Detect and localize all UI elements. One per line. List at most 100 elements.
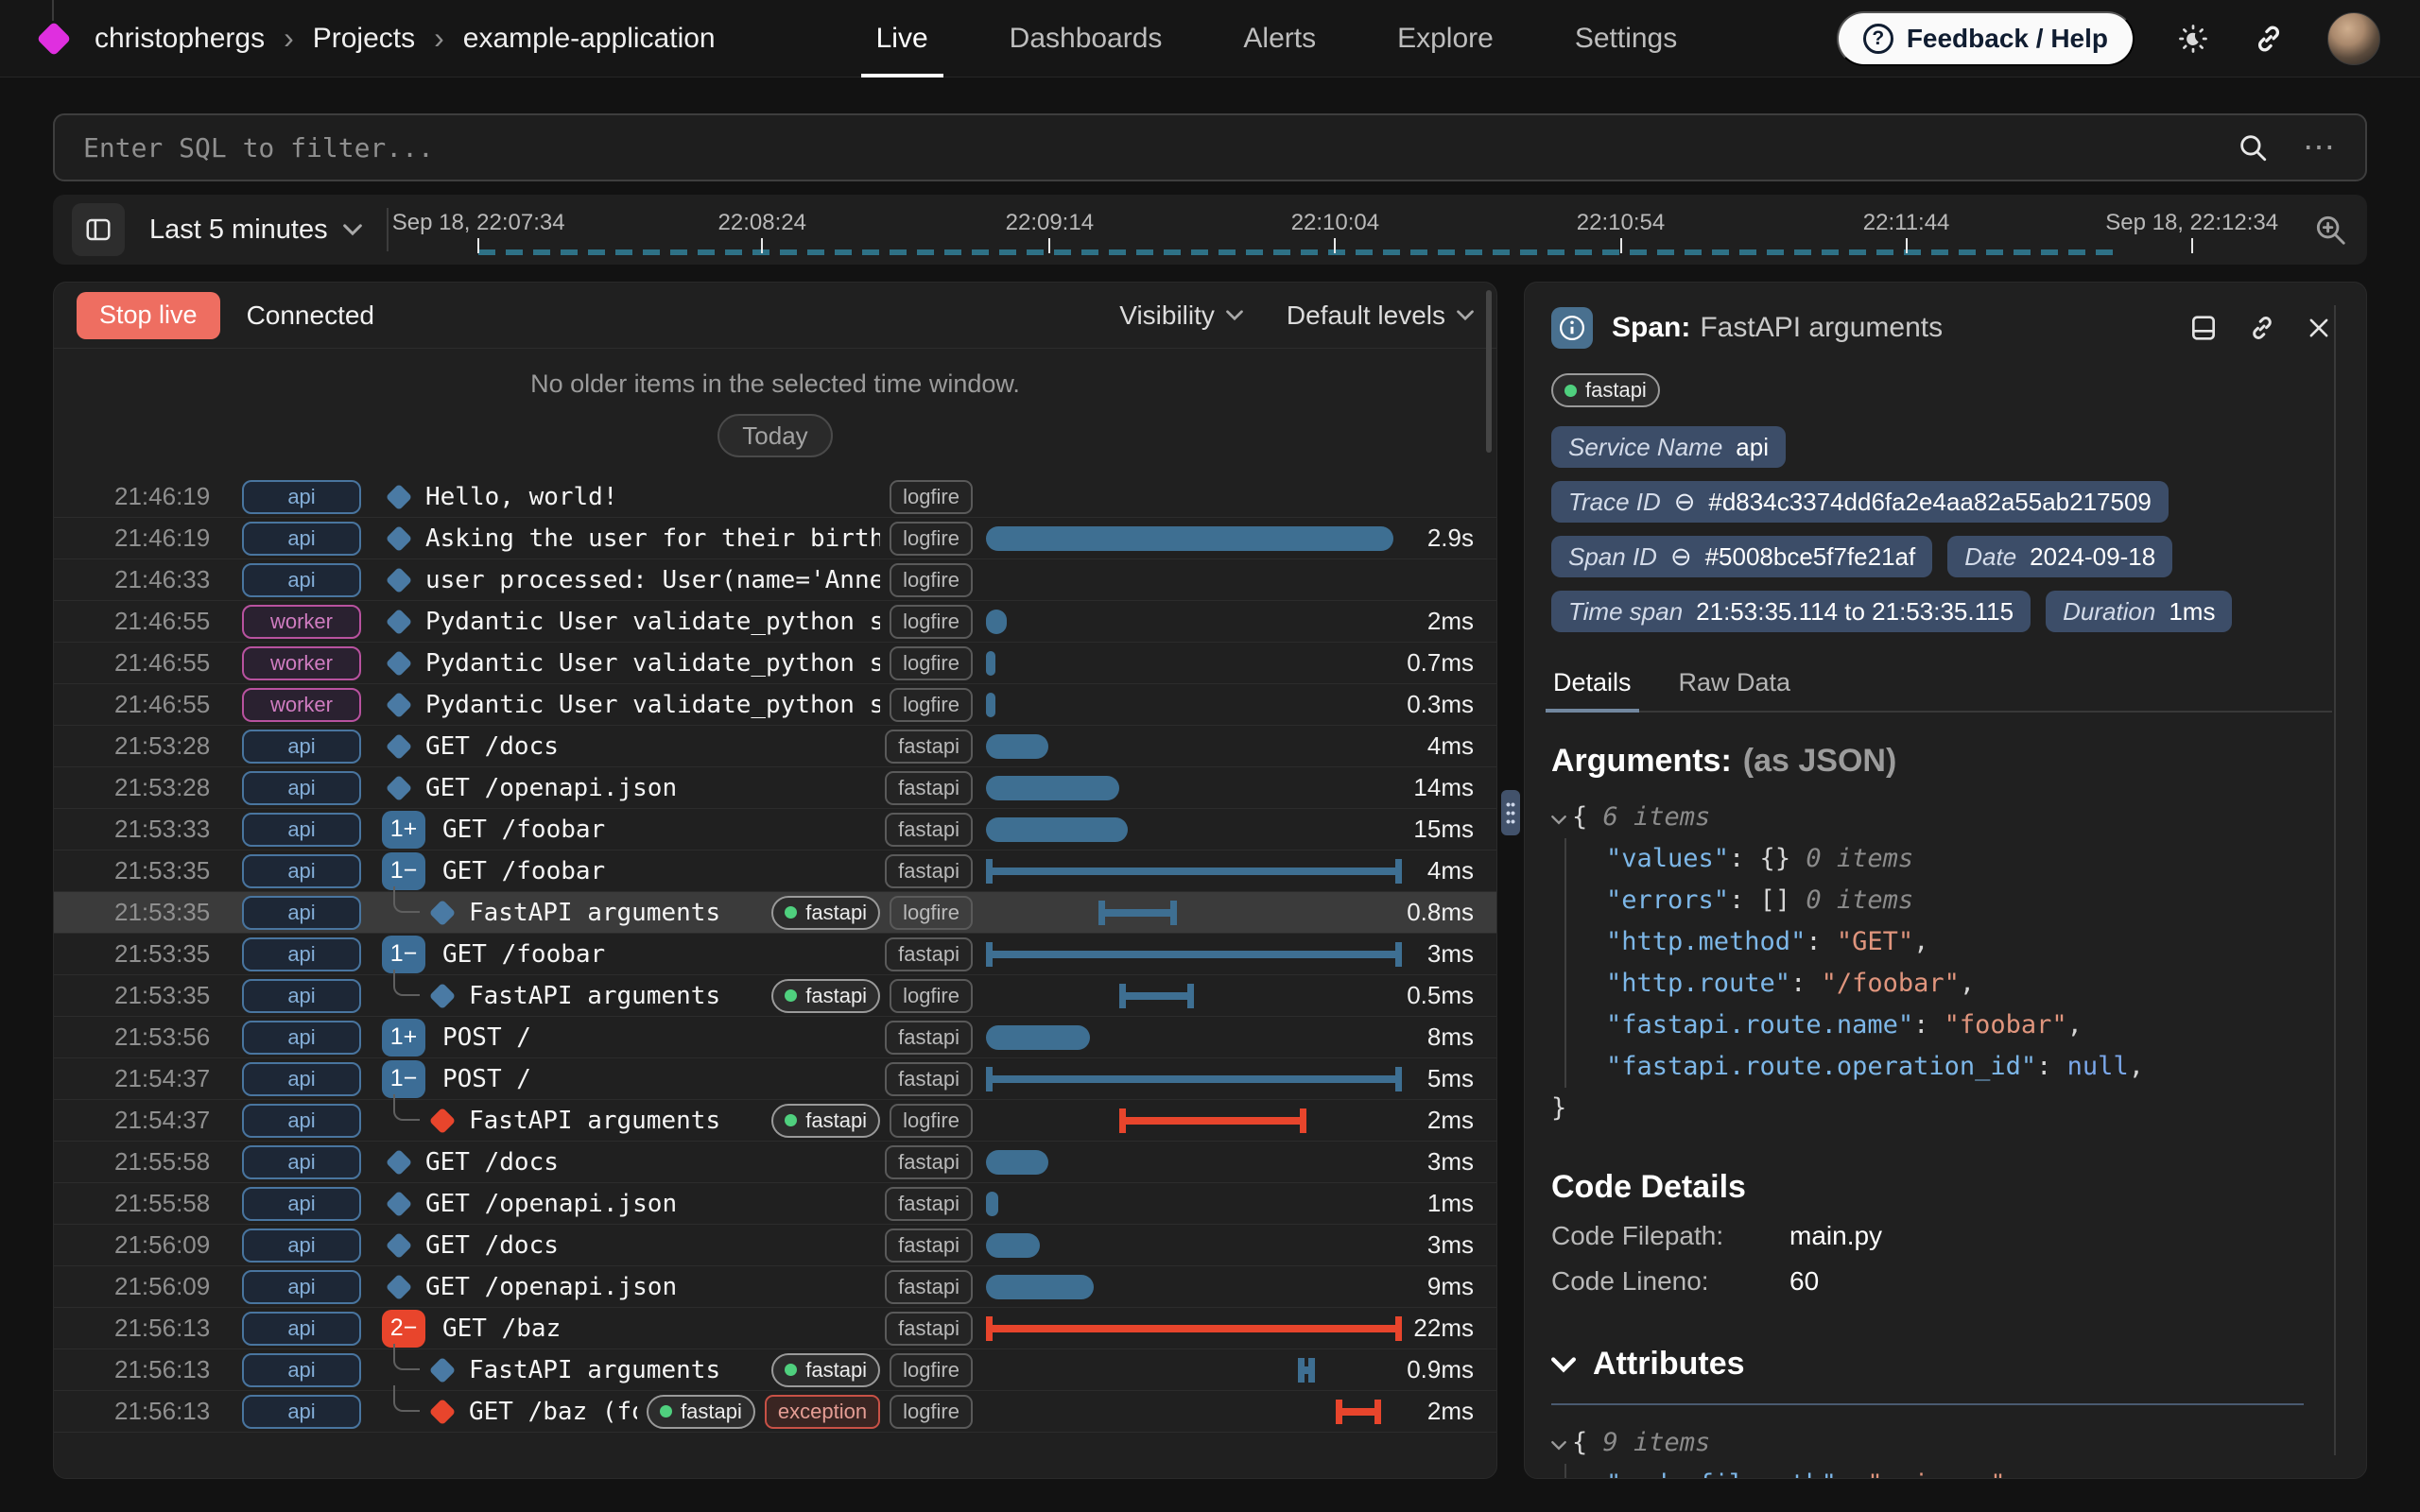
- time-range-select[interactable]: Last 5 minutes: [149, 215, 362, 246]
- timeline[interactable]: Sep 18, 22:07:3422:08:2422:09:1422:10:04…: [413, 195, 2291, 265]
- log-row[interactable]: 21:53:28apiGET /openapi.jsonfastapi14ms: [54, 767, 1496, 809]
- log-row[interactable]: 21:56:09apiGET /openapi.jsonfastapi9ms: [54, 1266, 1496, 1308]
- close-icon[interactable]: [2306, 315, 2332, 341]
- code-lineno-label: Code Lineno:: [1551, 1266, 1789, 1297]
- zoom-in-icon[interactable]: [2312, 212, 2348, 248]
- span-range-bar: [1119, 984, 1194, 1008]
- expand-children-badge[interactable]: 1+: [382, 1019, 425, 1057]
- scrollbar-thumb[interactable]: [1486, 290, 1492, 453]
- row-timestamp: 21:56:09: [114, 1272, 242, 1301]
- timeline-tick-mark: [1906, 238, 1908, 253]
- stop-live-button[interactable]: Stop live: [77, 292, 220, 339]
- expand-children-badge[interactable]: 1+: [382, 811, 425, 849]
- log-row[interactable]: 21:46:55workerPydantic User validate_pyt…: [54, 601, 1496, 643]
- row-timestamp: 21:46:55: [114, 607, 242, 636]
- default-levels-dropdown[interactable]: Default levels: [1287, 301, 1474, 331]
- sidebar-toggle-icon[interactable]: [72, 203, 125, 256]
- expand-children-badge[interactable]: 2−: [382, 1310, 425, 1348]
- attributes-title: Attributes: [1593, 1346, 1745, 1383]
- expand-children-badge[interactable]: 1−: [382, 852, 425, 890]
- log-row[interactable]: 21:54:37api1−POST /fastapi5ms: [54, 1058, 1496, 1100]
- log-row[interactable]: 21:46:55workerPydantic User validate_pyt…: [54, 684, 1496, 726]
- trace-id-chip[interactable]: Trace ID ⊖ #d834c3374dd6fa2e4aa82a55ab21…: [1551, 481, 2169, 523]
- json-str: "/foobar": [1822, 969, 1960, 998]
- breadcrumb-project[interactable]: example-application: [463, 23, 716, 55]
- json-punct: {: [1572, 802, 1603, 832]
- green-dot-icon: [785, 906, 797, 919]
- span-range-bar: [986, 942, 1402, 967]
- today-button[interactable]: Today: [717, 414, 832, 457]
- log-row[interactable]: 21:53:35api1−GET /foobarfastapi4ms: [54, 850, 1496, 892]
- share-link-icon[interactable]: [2252, 22, 2286, 56]
- scrollbar-track[interactable]: [2334, 305, 2336, 1455]
- log-row[interactable]: 21:56:13apiFastAPI argumentsfastapilogfi…: [54, 1349, 1496, 1391]
- span-title: Span:FastAPI arguments: [1612, 312, 1943, 344]
- log-row[interactable]: 21:55:58apiGET /docsfastapi3ms: [54, 1142, 1496, 1183]
- breadcrumb-projects[interactable]: Projects: [313, 23, 415, 55]
- row-badges: logfire: [890, 522, 973, 556]
- log-row[interactable]: 21:53:28apiGET /docsfastapi4ms: [54, 726, 1496, 767]
- row-badges: fastapi: [885, 1145, 973, 1179]
- feedback-help-button[interactable]: ? Feedback / Help: [1837, 11, 2135, 66]
- bar-cap: [1374, 1400, 1381, 1424]
- log-row[interactable]: 21:53:35apiFastAPI argumentsfastapilogfi…: [54, 892, 1496, 934]
- json-expander-icon[interactable]: [1551, 797, 1566, 838]
- duration-track: [986, 601, 1402, 642]
- log-row[interactable]: 21:46:33apiuser processed: User(name='An…: [54, 559, 1496, 601]
- json-expander-icon[interactable]: [1551, 1422, 1566, 1464]
- bar-cap: [986, 859, 993, 884]
- expand-children-badge[interactable]: 1−: [382, 936, 425, 973]
- log-row[interactable]: 21:53:56api1+POST /fastapi8ms: [54, 1017, 1496, 1058]
- duration-bar: [986, 734, 1048, 759]
- log-row[interactable]: 21:56:13api2−GET /bazfastapi22ms: [54, 1308, 1496, 1349]
- tab-explore[interactable]: Explore: [1397, 0, 1494, 77]
- sql-filter-input[interactable]: Enter SQL to filter... ⋯: [53, 113, 2367, 181]
- more-options-icon[interactable]: ⋯: [2303, 129, 2337, 166]
- expand-children-badge[interactable]: 1−: [382, 1060, 425, 1098]
- attributes-section-toggle[interactable]: Attributes: [1551, 1346, 2332, 1383]
- tab-alerts[interactable]: Alerts: [1243, 0, 1316, 77]
- row-timestamp: 21:53:28: [114, 731, 242, 761]
- log-row[interactable]: 21:54:37apiFastAPI argumentsfastapilogfi…: [54, 1100, 1496, 1142]
- row-message: FastAPI arguments: [469, 982, 720, 1010]
- duration-track: [986, 1058, 1402, 1099]
- tab-settings[interactable]: Settings: [1575, 0, 1677, 77]
- row-duration: 0.8ms: [1402, 898, 1496, 927]
- row-badges: fastapi: [885, 1312, 973, 1346]
- avatar[interactable]: [2327, 12, 2380, 65]
- row-badges: logfire: [890, 480, 973, 514]
- breadcrumb-org[interactable]: christophergs: [95, 23, 265, 55]
- drag-handle-icon[interactable]: [1501, 790, 1520, 835]
- tab-details[interactable]: Details: [1551, 661, 1634, 711]
- tab-raw-data[interactable]: Raw Data: [1677, 661, 1793, 711]
- logfire-logo-icon[interactable]: [40, 25, 68, 53]
- row-tag-worker: worker: [242, 605, 361, 639]
- log-row[interactable]: 21:46:55workerPydantic User validate_pyt…: [54, 643, 1496, 684]
- log-row[interactable]: 21:55:58apiGET /openapi.jsonfastapi1ms: [54, 1183, 1496, 1225]
- log-row[interactable]: 21:53:35api1−GET /foobarfastapi3ms: [54, 934, 1496, 975]
- duration-track: [986, 1308, 1402, 1349]
- timeline-tick-mark: [1334, 238, 1336, 253]
- log-row[interactable]: 21:56:13apiGET /baz (foobar)fastapiexcep…: [54, 1391, 1496, 1433]
- theme-toggle-icon[interactable]: [2176, 22, 2210, 56]
- log-row[interactable]: 21:53:33api1+GET /foobarfastapi15ms: [54, 809, 1496, 850]
- log-row[interactable]: 21:46:19apiAsking the user for their bir…: [54, 518, 1496, 559]
- log-row[interactable]: 21:56:09apiGET /docsfastapi3ms: [54, 1225, 1496, 1266]
- link-icon[interactable]: [2247, 313, 2277, 343]
- log-row[interactable]: 21:46:19apiHello, world!logfire: [54, 476, 1496, 518]
- tab-dashboards[interactable]: Dashboards: [1010, 0, 1163, 77]
- search-icon[interactable]: [2237, 131, 2269, 163]
- row-tag-api: api: [242, 896, 361, 930]
- row-badges: fastapi: [885, 1187, 973, 1221]
- dock-panel-icon[interactable]: [2188, 313, 2219, 343]
- row-message: GET /openapi.json: [425, 774, 677, 802]
- span-id-chip[interactable]: Span ID ⊖ #5008bce5f7fe21af: [1551, 536, 1932, 577]
- tab-live[interactable]: Live: [876, 0, 928, 77]
- visibility-dropdown[interactable]: Visibility: [1119, 301, 1243, 331]
- row-badges: fastapi: [885, 771, 973, 805]
- row-duration: 2.9s: [1402, 524, 1496, 553]
- row-timestamp: 21:55:58: [114, 1147, 242, 1177]
- span-diamond-icon: [429, 982, 456, 1008]
- log-row[interactable]: 21:53:35apiFastAPI argumentsfastapilogfi…: [54, 975, 1496, 1017]
- row-tag-api: api: [242, 1395, 361, 1429]
